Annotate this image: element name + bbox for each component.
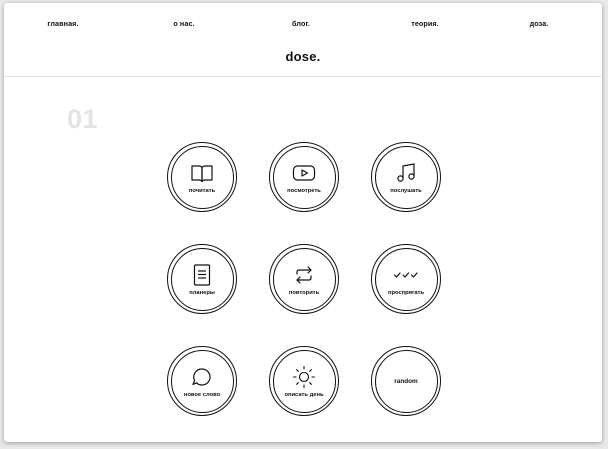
site-logo[interactable]: dose. — [4, 49, 602, 64]
tile-watch[interactable]: посмотреть — [269, 142, 339, 212]
section-number: 01 — [67, 104, 99, 134]
video-play-icon — [292, 165, 316, 181]
triple-check-icon — [394, 272, 418, 278]
nav-link-home[interactable]: главная. — [47, 19, 78, 28]
speech-bubble-icon — [192, 368, 211, 386]
nav-link-about[interactable]: о нас. — [173, 19, 194, 28]
tile-label: проспрягать — [387, 290, 425, 296]
nav-link-blog[interactable]: блог. — [292, 19, 310, 28]
tile-label: почитать — [188, 188, 216, 194]
tile-label: random — [394, 378, 418, 385]
music-note-icon — [397, 163, 415, 182]
top-nav: главная. о нас. блог. теория. доза. — [4, 19, 602, 33]
tile-label: повторить — [288, 290, 320, 296]
tile-repeat[interactable]: повторить — [269, 244, 339, 314]
nav-link-dose[interactable]: доза. — [530, 19, 549, 28]
tile-planners[interactable]: планеры — [167, 244, 237, 314]
book-icon — [191, 165, 213, 183]
tile-new-word[interactable]: новое слово — [167, 346, 237, 416]
tile-conjugate[interactable]: проспрягать — [371, 244, 441, 314]
tile-label: посмотреть — [287, 188, 321, 194]
repeat-icon — [296, 266, 312, 284]
tile-label: планеры — [189, 290, 215, 296]
tile-label: описать день — [284, 392, 324, 398]
tile-label: послушать — [390, 188, 422, 194]
tile-listen[interactable]: послушать — [371, 142, 441, 212]
planner-document-icon — [193, 264, 211, 286]
header-divider — [4, 76, 602, 77]
page-frame: главная. о нас. блог. теория. доза. dose… — [4, 3, 602, 442]
tile-describe-day[interactable]: описать день — [269, 346, 339, 416]
nav-link-theory[interactable]: теория. — [411, 19, 439, 28]
sun-icon — [292, 365, 316, 389]
tile-random[interactable]: random — [371, 346, 441, 416]
tile-read[interactable]: почитать — [167, 142, 237, 212]
tile-label: новое слово — [183, 392, 221, 398]
